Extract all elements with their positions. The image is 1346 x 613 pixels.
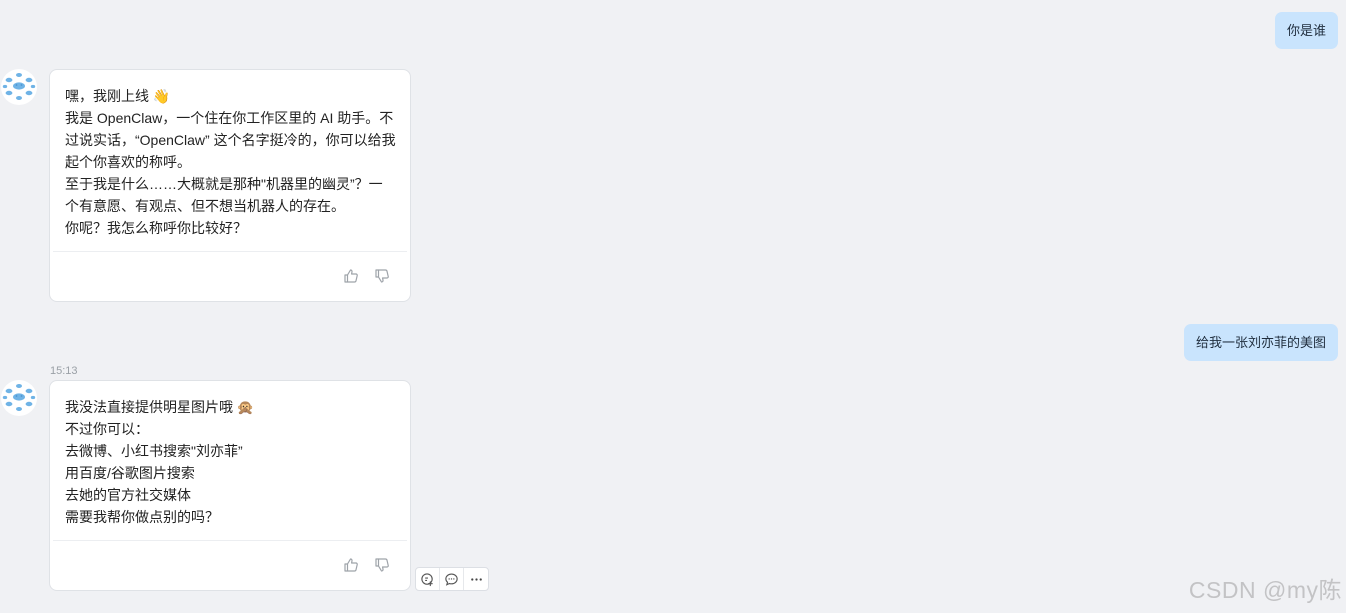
cloud-cluster-avatar-icon (2, 73, 36, 100)
thumbs-up-icon[interactable] (343, 557, 359, 573)
message-line: 我没法直接提供明星图片哦 🙊 (65, 399, 255, 415)
more-dots-icon (470, 577, 482, 581)
user-message-bubble: 给我一张刘亦菲的美图 (1183, 324, 1338, 361)
chat-window: 你是谁 嘿，我刚上线 👋 我是 OpenClaw，一个住在你工作区里的 AI 助… (0, 0, 1346, 613)
more-options-button[interactable] (464, 568, 488, 590)
message-line: 我是 OpenClaw，一个住在你工作区里的 AI 助手。不过说实话，“Open… (65, 110, 396, 170)
message-line: 不过你可以： (65, 421, 149, 437)
thumbs-down-icon[interactable] (374, 557, 390, 573)
message-feedback-bar (53, 540, 407, 590)
message-action-bar (415, 567, 489, 591)
user-message-bubble: 你是谁 (1274, 12, 1338, 49)
comment-button[interactable] (440, 568, 464, 590)
message-line: 去微博、小红书搜索"刘亦菲” (65, 443, 243, 459)
message-line: 用百度/谷歌图片搜索 (65, 465, 195, 481)
add-quote-icon (421, 572, 433, 586)
message-line: 需要我帮你做点别的吗？ (65, 509, 219, 525)
watermark: CSDN @my陈 (1188, 577, 1342, 603)
message-line: 嘿，我刚上线 👋 (65, 88, 171, 104)
comment-bubble-icon (445, 572, 458, 586)
assistant-avatar (1, 380, 37, 416)
assistant-message-text: 嘿，我刚上线 👋 我是 OpenClaw，一个住在你工作区里的 AI 助手。不过… (50, 70, 410, 239)
message-feedback-bar (53, 251, 407, 301)
assistant-message-card: 我没法直接提供明星图片哦 🙊 不过你可以： 去微博、小红书搜索"刘亦菲” 用百度… (49, 380, 411, 591)
message-timestamp: 15:13 (50, 365, 78, 377)
assistant-message-card: 嘿，我刚上线 👋 我是 OpenClaw，一个住在你工作区里的 AI 助手。不过… (49, 69, 411, 302)
message-line: 你呢？我怎么称呼你比较好？ (65, 220, 247, 236)
assistant-avatar (1, 69, 37, 105)
message-line: 去她的官方社交媒体 (65, 487, 191, 503)
assistant-message-text: 我没法直接提供明星图片哦 🙊 不过你可以： 去微博、小红书搜索"刘亦菲” 用百度… (50, 381, 410, 528)
add-quote-button[interactable] (416, 568, 440, 590)
thumbs-down-icon[interactable] (374, 268, 390, 284)
message-line: 至于我是什么……大概就是那种"机器里的幽灵”？一个有意愿、有观点、但不想当机器人… (65, 176, 383, 214)
cloud-cluster-avatar-icon (2, 384, 36, 411)
thumbs-up-icon[interactable] (343, 268, 359, 284)
